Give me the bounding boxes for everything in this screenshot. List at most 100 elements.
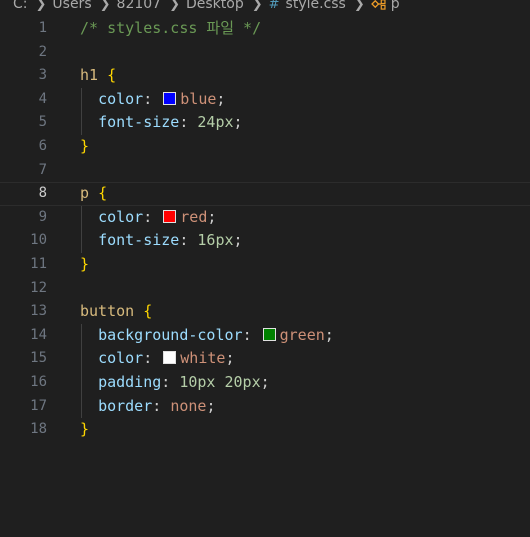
line-number: 3	[38, 67, 47, 84]
code-line[interactable]: 2	[0, 41, 530, 65]
chevron-right-icon: ❯	[353, 0, 365, 12]
code-text: h1 {	[80, 64, 116, 88]
line-number: 16	[30, 373, 47, 390]
token-punct: ;	[233, 113, 243, 132]
line-number: 9	[38, 208, 47, 225]
color-swatch[interactable]	[163, 351, 177, 365]
token-comment: /* styles.css 파일 */	[80, 19, 262, 37]
token-brace: }	[80, 136, 90, 155]
token-punct: :	[242, 325, 261, 344]
code-editor[interactable]: 1 /* styles.css 파일 */ 2 3 h1 {4 color: blue;…	[0, 17, 530, 442]
token-value: white	[180, 349, 226, 368]
token-brace: }	[80, 254, 90, 273]
token-selector: p	[80, 184, 90, 203]
token-prop: font-size	[98, 113, 180, 132]
token-punct: ;	[207, 207, 217, 226]
chevron-right-icon: ❯	[169, 0, 180, 12]
hash-icon: #	[268, 0, 280, 12]
code-text: font-size: 24px;	[80, 111, 243, 135]
token-punct	[134, 302, 143, 320]
code-line[interactable]: 12	[0, 277, 530, 301]
chevron-right-icon: ❯	[99, 0, 111, 12]
color-swatch[interactable]	[163, 91, 177, 105]
code-line[interactable]: 9 color: red;	[0, 205, 530, 230]
token-brace: {	[143, 302, 153, 321]
token-value: blue	[180, 89, 217, 108]
code-text: background-color: green;	[80, 324, 334, 348]
line-number: 10	[30, 232, 47, 249]
code-line[interactable]: 3 h1 {	[0, 64, 530, 88]
code-text: color: red;	[80, 206, 216, 230]
token-punct: ;	[260, 372, 270, 391]
breadcrumb-file[interactable]: # style.css	[269, 0, 346, 12]
token-punct: ;	[225, 349, 235, 368]
line-number: 12	[30, 279, 47, 296]
breadcrumb-file-label: style.css	[285, 0, 346, 12]
token-value: green	[279, 325, 325, 344]
breadcrumb: C: ❯ Users ❯ 82107 ❯ Desktop ❯ # style.c…	[0, 0, 530, 14]
code-line[interactable]: 8 p {	[0, 182, 530, 206]
token-brace: {	[107, 66, 117, 85]
code-line[interactable]: 14 background-color: green;	[0, 323, 530, 348]
token-punct: ;	[233, 231, 243, 250]
token-punct	[98, 66, 107, 84]
line-number: 17	[30, 397, 47, 414]
token-prop: border	[98, 396, 153, 415]
line-number: 5	[38, 114, 47, 131]
code-line[interactable]: 17 border: none;	[0, 394, 530, 419]
code-text: border: none;	[80, 395, 215, 419]
token-punct: :	[143, 207, 162, 226]
line-number: 1	[38, 20, 47, 36]
code-line[interactable]: 13 button {	[0, 300, 530, 324]
token-selector: h1	[80, 66, 99, 85]
token-punct: :	[143, 89, 162, 108]
line-number: 15	[30, 350, 47, 367]
token-punct: :	[179, 231, 198, 250]
line-number: 13	[30, 303, 47, 320]
token-punct: :	[179, 113, 198, 132]
code-line[interactable]: 7	[0, 159, 530, 183]
code-text: }	[80, 135, 89, 159]
line-number: 8	[38, 185, 47, 202]
token-prop: color	[98, 207, 144, 226]
line-number: 18	[30, 421, 47, 438]
color-swatch[interactable]	[262, 327, 276, 341]
code-line[interactable]: 5 font-size: 24px;	[0, 111, 530, 135]
token-selector: button	[80, 302, 135, 321]
code-line[interactable]: 16 padding: 10px 20px;	[0, 370, 530, 395]
code-line[interactable]: 15 color: white;	[0, 347, 530, 371]
token-value: none	[170, 396, 207, 415]
line-number: 6	[38, 137, 47, 154]
code-line[interactable]: 10 font-size: 16px;	[0, 229, 530, 253]
breadcrumb-folder-82107[interactable]: 82107	[117, 0, 162, 12]
token-prop: font-size	[98, 231, 180, 250]
breadcrumb-folder-desktop[interactable]: Desktop	[186, 0, 244, 12]
token-punct: :	[152, 396, 171, 415]
breadcrumb-symbol[interactable]: p	[370, 0, 400, 12]
token-punct: ;	[206, 396, 216, 415]
line-number: 14	[30, 326, 47, 343]
color-swatch[interactable]	[163, 209, 177, 223]
chevron-right-icon: ❯	[251, 0, 263, 12]
breadcrumb-folder-users[interactable]: Users	[52, 0, 91, 12]
code-text: color: white;	[80, 347, 234, 371]
token-num: 24px	[197, 113, 234, 132]
token-prop: color	[98, 89, 144, 108]
token-num: 10px 20px	[179, 372, 261, 391]
token-punct: :	[161, 372, 180, 391]
breadcrumb-drive[interactable]: C:	[13, 0, 28, 12]
token-prop: color	[98, 349, 144, 368]
symbol-class-icon	[370, 0, 386, 10]
code-line[interactable]: 18}	[0, 418, 530, 442]
code-text: /* styles.css 파일 */	[80, 17, 261, 41]
token-prop: background-color	[98, 325, 243, 344]
code-line[interactable]: 4 color: blue;	[0, 87, 530, 112]
code-line[interactable]: 11}	[0, 253, 530, 277]
code-line[interactable]: 6}	[0, 135, 530, 159]
code-text: }	[80, 253, 89, 277]
line-number: 2	[38, 43, 47, 60]
token-punct	[89, 184, 98, 202]
code-line[interactable]: 1 /* styles.css 파일 */	[0, 17, 530, 41]
token-brace: }	[80, 420, 90, 439]
chevron-right-icon: ❯	[35, 0, 47, 12]
